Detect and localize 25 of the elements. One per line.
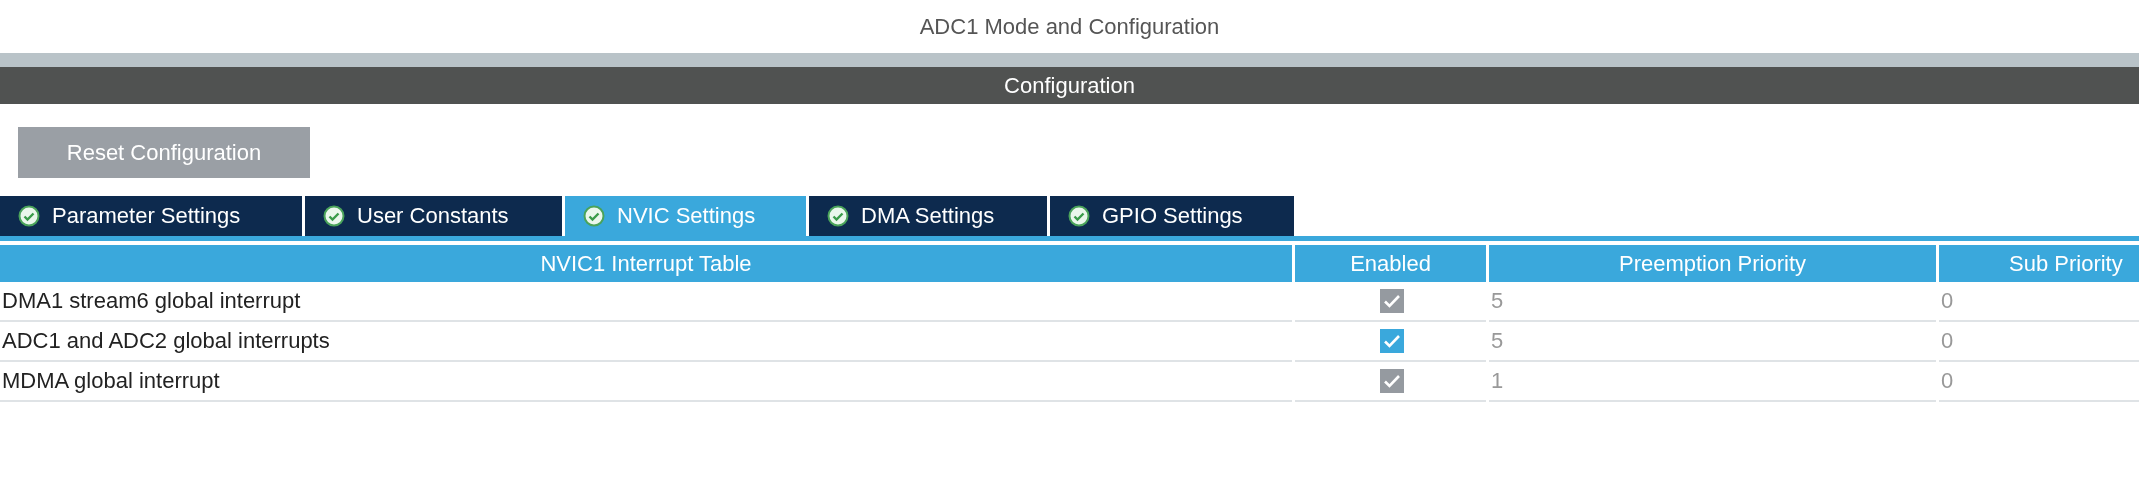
table-cell: 0 bbox=[1939, 362, 2139, 402]
table-cell: ADC1 and ADC2 global interrupts bbox=[0, 322, 1292, 362]
tab[interactable]: GPIO Settings bbox=[1050, 196, 1294, 236]
check-circle-icon bbox=[583, 205, 605, 227]
check-circle-icon bbox=[18, 205, 40, 227]
table-cell: MDMA global interrupt bbox=[0, 362, 1292, 402]
table-cell: 5 bbox=[1489, 322, 1936, 362]
check-circle-icon bbox=[323, 205, 345, 227]
table-cell: 1 bbox=[1489, 362, 1936, 402]
checkbox[interactable] bbox=[1379, 329, 1404, 353]
table-cell: 5 bbox=[1489, 282, 1936, 322]
tab[interactable]: DMA Settings bbox=[809, 196, 1047, 236]
check-circle-icon bbox=[827, 205, 849, 227]
section-header: Configuration bbox=[0, 67, 2139, 104]
table-cell: DMA1 stream6 global interrupt bbox=[0, 282, 1292, 322]
column-header: Sub Priority bbox=[1939, 245, 2139, 282]
column-header: NVIC1 Interrupt Table bbox=[0, 245, 1292, 282]
table-cell: 0 bbox=[1939, 282, 2139, 322]
tab[interactable]: Parameter Settings bbox=[0, 196, 302, 236]
column-header: Preemption Priority bbox=[1489, 245, 1936, 282]
check-circle-icon bbox=[1068, 205, 1090, 227]
column-header: Enabled bbox=[1295, 245, 1486, 282]
tab[interactable]: User Constants bbox=[305, 196, 562, 236]
table-cell: 0 bbox=[1939, 322, 2139, 362]
window-title: ADC1 Mode and Configuration bbox=[919, 13, 1220, 40]
